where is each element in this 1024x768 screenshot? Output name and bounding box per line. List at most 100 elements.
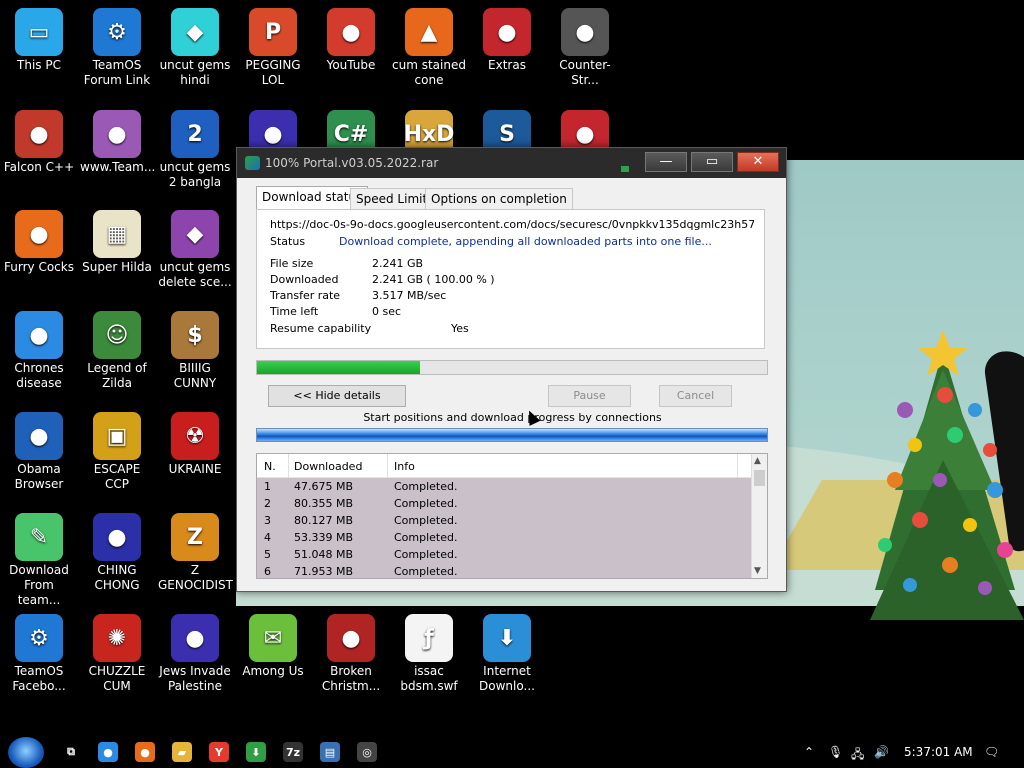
desktop-app-icon: ◆ [171,210,219,258]
desktop-app-icon: ● [171,614,219,662]
desktop-icon[interactable]: ✺ CHUZZLE CUM [78,614,156,694]
scroll-up-icon[interactable]: ▲ [754,456,761,466]
desktop-icon[interactable]: ● Obama Browser [0,412,78,492]
desktop-app-icon: ▣ [93,412,141,460]
connection-info: Completed. [394,531,458,544]
desktop-icon[interactable]: ✉ Among Us [234,614,312,679]
desktop-icon[interactable]: ● YouTube [312,8,390,73]
desktop-app-icon: ● [93,513,141,561]
desktop-app-icon: ● [15,110,63,158]
desktop-icon-label: Chrones disease [14,361,64,390]
desktop-icon[interactable]: ▭ This PC [0,8,78,73]
connections-progress-bar [256,428,768,442]
tab-options-on-completion[interactable]: Options on completion [425,188,573,209]
scroll-down-icon[interactable]: ▼ [754,566,761,576]
connections-list-body: 1 47.675 MB Completed. 2 80.355 MB Completed.… [257,478,751,578]
desktop-icon-label: Legend of Zilda [87,361,147,390]
file-explorer-icon[interactable]: ▰ [172,742,192,762]
column-header-number[interactable]: N. [264,460,276,473]
desktop-icon[interactable]: ⬇ Internet Downlo... [468,614,546,694]
desktop-icon[interactable]: ● Counter-Str... [546,8,624,88]
desktop-app-icon: ▭ [15,8,63,56]
desktop-icon[interactable]: ◆ uncut gems delete sce... [156,210,234,290]
desktop-icon-label: UKRAINE [168,462,222,476]
scroll-thumb[interactable] [754,470,765,486]
desktop-icon[interactable]: ✎ Download From team... [0,513,78,608]
desktop-icon[interactable]: ● CHING CHONG [78,513,156,593]
desktop-icon[interactable]: ƒ issac bdsm.swf [390,614,468,694]
desktop-icon[interactable]: ☢ UKRAINE [156,412,234,477]
connections-list[interactable]: N. Downloaded Info 1 47.675 MB Completed. 2… [256,453,768,579]
idm-icon[interactable]: ⬇ [246,742,266,762]
cancel-button[interactable]: Cancel [659,385,732,407]
desktop-app-icon: ● [327,8,375,56]
desktop-app-icon: ● [93,110,141,158]
desktop-app-icon: ƒ [405,614,453,662]
resume-capability-value: Yes [451,322,469,335]
network-icon[interactable]: 🖧 [851,745,864,766]
chrome-icon[interactable]: ● [98,742,118,762]
minimize-button[interactable]: — [645,152,687,172]
microphone-icon[interactable]: 🎙 [828,745,843,759]
desktop-icon-label: TeamOS Forum Link [83,58,151,87]
column-header-info[interactable]: Info [394,460,415,473]
desktop-icon-label: Super Hilda [82,260,152,274]
table-row[interactable]: 1 47.675 MB Completed. [257,478,751,495]
table-row[interactable]: 4 53.339 MB Completed. [257,529,751,546]
desktop-icon-label: Z GENOCIDIST [158,563,233,592]
desktop-icon[interactable]: ZZ GENOCIDIST [156,513,234,593]
desktop-icon[interactable]: ☺ Legend of Zilda [78,311,156,391]
volume-icon[interactable]: 🔊 [874,745,889,759]
7zip-icon[interactable]: 7z [283,742,303,762]
table-row[interactable]: 2 80.355 MB Completed. [257,495,751,512]
desktop-icon[interactable]: ● Jews Invade Palestine [156,614,234,694]
connections-list-header: N. Downloaded Info [257,454,751,478]
maximize-button[interactable]: ▭ [691,152,733,172]
desktop-app-icon: ● [483,8,531,56]
game-icon[interactable]: ◎ [357,742,377,762]
desktop-icon-label: PEGGING LOL [245,58,301,87]
connections-scrollbar[interactable]: ▲ ▼ [751,454,767,578]
tray-chevron-icon[interactable]: ⌃ [804,745,814,759]
clock[interactable]: 5:37:01 AM [904,745,973,759]
connection-info: Completed. [394,480,458,493]
pause-button[interactable]: Pause [548,385,631,407]
column-header-downloaded[interactable]: Downloaded [294,460,362,473]
desktop-icon[interactable]: ▣ ESCAPE CCP [78,412,156,492]
desktop-icon[interactable]: ● Falcon C++ [0,110,78,175]
desktop-icon[interactable]: ● Broken Christm... [312,614,390,694]
notifications-icon[interactable]: 🗨 [984,745,999,759]
desktop-icon[interactable]: 2 uncut gems 2 bangla [156,110,234,190]
desktop-app-icon: 2 [171,110,219,158]
desktop-icon[interactable]: $ BIIIIG CUNNY [156,311,234,391]
start-button[interactable] [8,737,44,768]
yandex-icon[interactable]: Y [209,742,229,762]
table-row[interactable]: 5 51.048 MB Completed. [257,546,751,563]
window-titlebar[interactable]: 100% Portal.v03.05.2022.rar — ▭ ✕ [237,148,786,178]
desktop-icon[interactable]: ⚙ TeamOS Forum Link [78,8,156,88]
close-button[interactable]: ✕ [737,152,779,172]
connection-number: 4 [264,531,271,544]
desktop-icon[interactable]: ● Extras [468,8,546,73]
firefox-icon[interactable]: ● [135,742,155,762]
desktop-icon[interactable]: ⚙ TeamOS Facebo... [0,614,78,694]
installer-icon[interactable]: ▤ [320,742,340,762]
desktop-icon[interactable]: ▦ Super Hilda [78,210,156,275]
downloaded-label: Downloaded [270,273,339,286]
desktop-icon[interactable]: P PEGGING LOL [234,8,312,88]
download-dialog-window[interactable]: 100% Portal.v03.05.2022.rar — ▭ ✕ Downlo… [236,147,787,592]
desktop-icon-label: uncut gems hindi [159,58,231,87]
connection-downloaded: 51.048 MB [294,548,354,561]
desktop-app-icon: ⬇ [483,614,531,662]
desktop-icon[interactable]: ● Chrones disease [0,311,78,391]
desktop-icon[interactable]: ◆ uncut gems hindi [156,8,234,88]
hide-details-button[interactable]: << Hide details [268,385,406,407]
desktop-icon[interactable]: ● Furry Cocks [0,210,78,275]
task-view-icon[interactable]: ⧉ [61,742,81,762]
connection-downloaded: 71.953 MB [294,565,354,578]
transfer-rate-value: 3.517 MB/sec [372,289,447,302]
desktop-icon[interactable]: ▲ cum stained cone [390,8,468,88]
table-row[interactable]: 3 80.127 MB Completed. [257,512,751,529]
table-row[interactable]: 6 71.953 MB Completed. [257,563,751,578]
desktop-icon[interactable]: ● www.Team... [78,110,156,175]
